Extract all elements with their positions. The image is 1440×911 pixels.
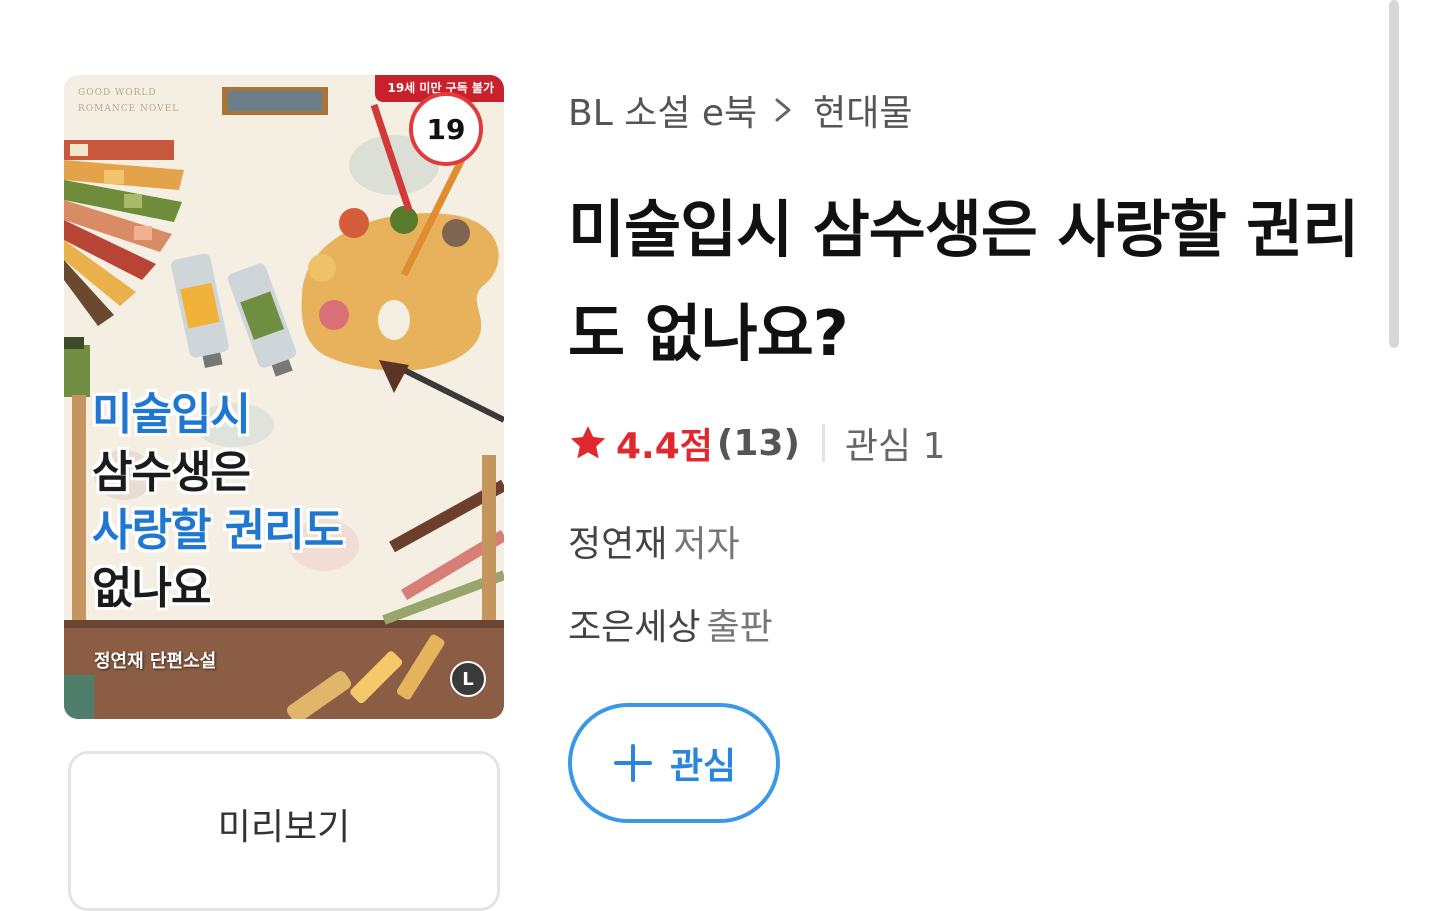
preview-button[interactable]: 미리보기 [68,751,500,911]
publisher-name[interactable]: 조은세상 [568,607,700,648]
breadcrumb-subcategory[interactable]: 현대물 [813,84,912,136]
plus-icon [613,744,652,782]
author-row: 정연재 저자 [568,515,740,567]
rating-count[interactable]: (13) [717,423,800,464]
star-icon [570,426,606,459]
publisher-logo: L [450,661,486,697]
rating-score: 4.4점 [616,426,713,467]
cover-brand-line: ROMANCE NOVEL [78,104,180,114]
cover-author-line: 정연재 단편소설 [94,651,217,672]
add-wishlist-button[interactable]: 관심 [568,703,780,823]
age-19-badge: 19 [409,92,483,166]
cover-title-line: 사랑할 권리도 [92,505,344,556]
cover-title-text: 삼수생은 [92,447,251,498]
book-cover[interactable]: GOOD WORLD ROMANCE NOVEL 19세 미만 구독 불가 19… [64,75,504,719]
cover-title-line: 없나요 [92,563,211,614]
chevron-right-icon [775,98,791,122]
cover-brand: GOOD WORLD ROMANCE NOVEL [78,85,179,117]
cover-title-line: 삼수생은 [92,451,251,495]
add-wishlist-label: 관심 [669,746,737,787]
rating-divider [821,424,825,462]
publisher-row: 조은세상 출판 [568,598,773,650]
book-title: 미술입시 삼수생은 사랑할 권리도 없나요? [568,193,1359,370]
cover-title-line: 미술입시 [92,389,251,440]
wishlist-count: 관심 1 [844,426,946,467]
publisher-role: 출판 [706,607,773,648]
cover-brand-line: GOOD WORLD [78,88,157,98]
breadcrumb-category[interactable]: BL 소설 e북 [568,84,757,136]
breadcrumb: BL 소설 e북 현대물 [568,84,913,136]
scrollbar-thumb[interactable] [1389,0,1399,348]
author-name[interactable]: 정연재 [568,524,667,565]
rating-row: 4.4점 (13) 관심 1 [568,420,946,467]
author-role: 저자 [673,524,740,565]
